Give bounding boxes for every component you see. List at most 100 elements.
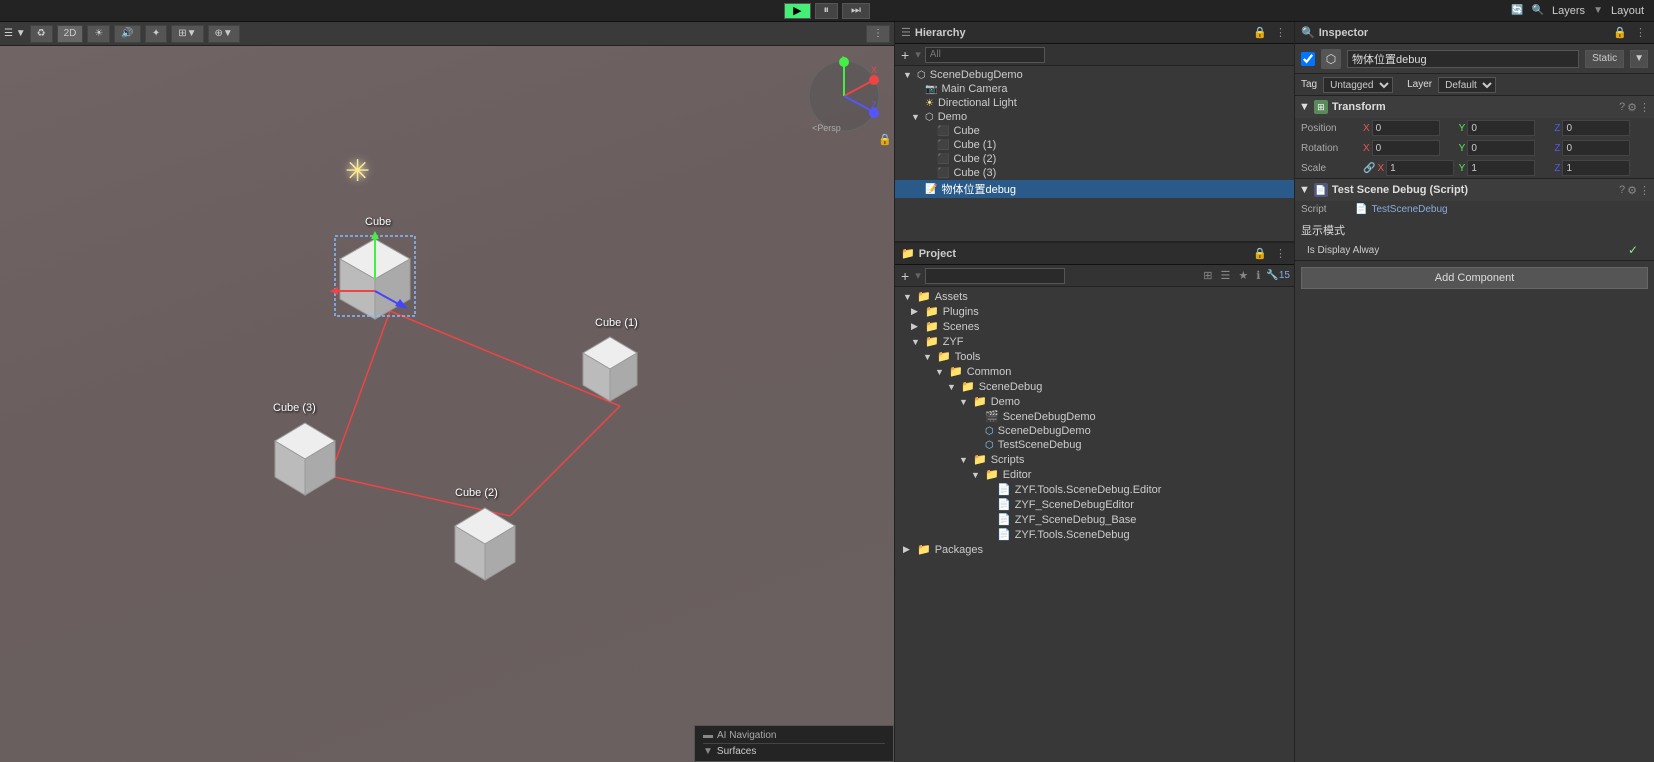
project-lock-btn[interactable]: 🔒 [1251,247,1269,260]
scene-tool-rotate[interactable]: ♻ [30,25,53,43]
transform-info-btn[interactable]: ? [1619,101,1625,114]
hierarchy-search[interactable] [925,47,1045,63]
cube2-svg [445,501,525,581]
project-zyf-scenedebug-base[interactable]: 📄 ZYF_SceneDebug_Base [895,512,1294,527]
scale-lock-icon: 🔗 [1363,163,1375,174]
project-scenedebugedmo-prefab[interactable]: ⬡ SceneDebugDemo [895,424,1294,438]
add-component-button[interactable]: Add Component [1301,267,1648,289]
cube3[interactable]: Cube (3) [265,416,345,499]
position-y-input[interactable] [1467,120,1535,136]
project-zyf[interactable]: ▼ 📁 ZYF [895,334,1294,349]
project-menu-btn[interactable]: ⋮ [1273,247,1288,260]
hierarchy-item-cube[interactable]: ⬛ Cube [895,124,1294,138]
scene-tool-effects[interactable]: ✦ [145,25,167,43]
project-add-btn[interactable]: + [899,268,911,284]
hierarchy-menu-btn[interactable]: ⋮ [1273,26,1288,39]
script-menu-btn[interactable]: ⋮ [1639,184,1650,197]
main-cube[interactable]: Cube [330,231,420,324]
hierarchy-add-btn[interactable]: + [899,47,911,63]
project-scenedebug[interactable]: ▼ 📁 SceneDebug [895,379,1294,394]
project-assets[interactable]: ▼ 📁 Assets [895,289,1294,304]
hierarchy-item-wutiweizhi[interactable]: 📝 物体位置debug [895,180,1294,198]
rotation-z-cell: Z [1554,140,1648,156]
position-z-input[interactable] [1562,120,1630,136]
cube1-svg [575,331,645,401]
hierarchy-item-cube1[interactable]: ⬛ Cube (1) [895,138,1294,152]
rotation-z-input[interactable] [1562,140,1630,156]
project-view-btn4[interactable]: ℹ [1254,269,1262,282]
cube2[interactable]: Cube (2) [445,501,525,584]
display-alway-row: Is Display Alway ✓ [1295,240,1654,260]
project-zyf-scenedebug-editor[interactable]: 📄 ZYF_SceneDebugEditor [895,497,1294,512]
transform-menu-btn[interactable]: ⋮ [1639,101,1650,114]
project-header: 📁 Project 🔒 ⋮ [895,243,1294,265]
position-y-cell: Y [1459,120,1553,136]
pause-button[interactable]: ⏸ [815,3,839,19]
project-tools[interactable]: ▼ 📁 Tools [895,349,1294,364]
static-arrow-button[interactable]: ▼ [1630,50,1648,68]
project-scenedebugedmo-file[interactable]: 🎬 SceneDebugDemo [895,409,1294,424]
directional-light-icon: ✳ [345,154,370,189]
scene-menu-btn[interactable]: ⋮ [866,25,890,43]
transform-settings-btn[interactable]: ⚙ [1627,101,1637,114]
scene-lock-icon[interactable]: 🔒 [878,133,892,146]
scale-y-input[interactable] [1467,160,1535,176]
scale-x-cell: 🔗 X [1363,160,1457,176]
layout-label: Layout [1611,5,1644,17]
rotation-y-input[interactable] [1467,140,1535,156]
project-demo-folder[interactable]: ▼ 📁 Demo [895,394,1294,409]
layer-label: Layer [1407,79,1432,90]
scene-gizmo[interactable]: X Y Z <Persp [804,56,884,136]
inspector-menu-btn[interactable]: ⋮ [1633,26,1648,39]
project-view-btn1[interactable]: ⊞ [1201,269,1214,282]
transform-header[interactable]: ▼ ⊞ Transform ? ⚙ ⋮ [1295,96,1654,118]
project-common[interactable]: ▼ 📁 Common [895,364,1294,379]
ai-nav-title: AI Navigation [717,730,776,741]
hierarchy-item-cube2[interactable]: ⬛ Cube (2) [895,152,1294,166]
project-zyf-tools-scenedebug[interactable]: 📄 ZYF.Tools.SceneDebug [895,527,1294,542]
layer-select[interactable]: Default [1438,77,1496,93]
project-packages[interactable]: ▶ 📁 Packages [895,542,1294,557]
script-settings-btn[interactable]: ⚙ [1627,184,1637,197]
project-testscenedebug[interactable]: ⬡ TestSceneDebug [895,438,1294,452]
hierarchy-item-demo[interactable]: ▼ ⬡ Demo [895,110,1294,124]
hierarchy-item-directionallight[interactable]: ☀ Directional Light [895,96,1294,110]
scene-tool-light[interactable]: ☀ [87,25,110,43]
scene-canvas[interactable]: ✳ [0,46,894,762]
rotation-x-input[interactable] [1372,140,1440,156]
script-component-header[interactable]: ▼ 📄 Test Scene Debug (Script) ? ⚙ ⋮ [1295,179,1654,201]
obj-active-checkbox[interactable] [1301,52,1315,66]
step-button[interactable]: ⏭ [842,3,870,19]
project-scenes[interactable]: ▶ 📁 Scenes [895,319,1294,334]
obj-name-input[interactable] [1347,50,1579,68]
hierarchy-lock-btn[interactable]: 🔒 [1251,26,1269,39]
play-button[interactable]: ▶ [784,3,810,19]
position-x-input[interactable] [1372,120,1440,136]
display-alway-label: Is Display Alway [1301,245,1624,256]
project-search[interactable] [925,268,1065,284]
script-value[interactable]: TestSceneDebug [1371,204,1648,215]
transform-rotation-row: Rotation X Y Z [1295,138,1654,158]
project-scripts[interactable]: ▼ 📁 Scripts [895,452,1294,467]
project-view-btn2[interactable]: ☰ [1218,269,1232,282]
hierarchy-item-scenedebugedmo[interactable]: ▼ ⬡ SceneDebugDemo [895,68,1294,82]
inspector-lock-btn[interactable]: 🔒 [1611,26,1629,39]
hierarchy-item-maincamera[interactable]: 📷 Main Camera [895,82,1294,96]
project-editor[interactable]: ▼ 📁 Editor [895,467,1294,482]
script-info-btn[interactable]: ? [1619,184,1625,197]
cube1[interactable]: Cube (1) [575,331,645,404]
main-cube-svg [330,231,420,321]
static-button[interactable]: Static [1585,50,1624,68]
scene-tool-gizmo[interactable]: ⊕▼ [208,25,240,43]
scale-x-input[interactable] [1386,160,1454,176]
display-alway-value[interactable]: ✓ [1628,243,1648,257]
scene-tool-display[interactable]: ⊞▼ [171,25,203,43]
scale-z-input[interactable] [1562,160,1630,176]
tag-select[interactable]: Untagged [1323,77,1393,93]
scene-tool-2d[interactable]: 2D [57,25,84,43]
hierarchy-item-cube3[interactable]: ⬛ Cube (3) [895,166,1294,180]
project-zyf-tools-editor[interactable]: 📄 ZYF.Tools.SceneDebug.Editor [895,482,1294,497]
project-view-btn3[interactable]: ★ [1236,269,1250,282]
scene-tool-audio[interactable]: 🔊 [114,25,140,43]
project-plugins[interactable]: ▶ 📁 Plugins [895,304,1294,319]
